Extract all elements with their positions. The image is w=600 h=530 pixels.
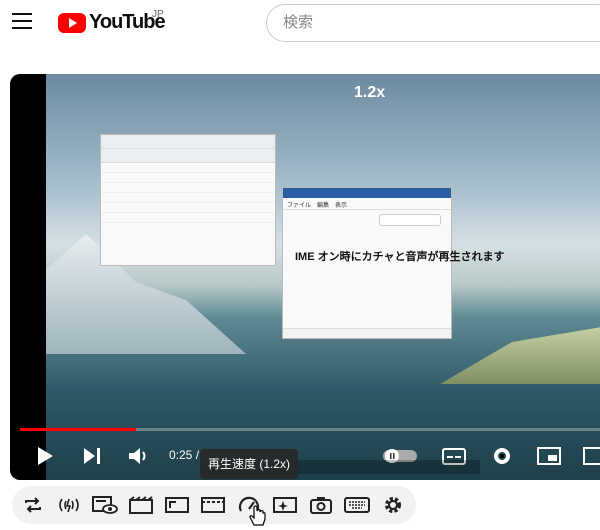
top-bar: YouTube JP 検索 xyxy=(0,0,600,44)
settings-gear-icon[interactable] xyxy=(491,445,513,467)
menu-icon[interactable] xyxy=(12,13,32,29)
next-icon[interactable] xyxy=(82,446,102,466)
keyboard-icon[interactable] xyxy=(344,493,370,517)
time-display: 0:25 / xyxy=(169,448,200,462)
progress-fill xyxy=(20,428,136,431)
youtube-play-icon xyxy=(58,12,86,33)
theater-mode-icon[interactable] xyxy=(583,446,600,466)
notepad-window: ファイル 編集 表示 IME オン時にカチャと音声が再生されます xyxy=(282,187,505,339)
extension-toolbar xyxy=(12,486,416,524)
play-icon[interactable] xyxy=(36,446,54,466)
progress-bar[interactable] xyxy=(20,428,600,431)
camera-icon[interactable] xyxy=(308,493,334,517)
eye-icon[interactable] xyxy=(92,493,118,517)
notepad-menu: ファイル 編集 表示 xyxy=(283,198,451,210)
audio-icon[interactable] xyxy=(56,493,82,517)
frame-icon[interactable] xyxy=(200,493,226,517)
explorer-window xyxy=(100,134,276,266)
search-input[interactable]: 検索 xyxy=(266,4,600,42)
settings-icon[interactable] xyxy=(380,493,406,517)
video-player[interactable]: 1.2x ファイル 編集 表示 IME オン時にカチャと音声が再生されます 0:… xyxy=(10,74,600,480)
hand-cursor-icon xyxy=(249,505,266,526)
video-taskbar xyxy=(280,460,480,474)
sparkle-icon[interactable] xyxy=(272,493,298,517)
ime-toolbar xyxy=(379,214,441,226)
repeat-icon[interactable] xyxy=(20,493,46,517)
notepad-text: IME オン時にカチャと音声が再生されます xyxy=(295,251,505,263)
youtube-logo[interactable]: YouTube xyxy=(58,11,166,34)
region-code: JP xyxy=(152,9,164,20)
miniplayer-icon[interactable] xyxy=(537,446,561,466)
speed-indicator: 1.2x xyxy=(354,84,386,101)
volume-icon[interactable] xyxy=(128,446,150,466)
crop-icon[interactable] xyxy=(164,493,190,517)
tooltip-playback-speed: 再生速度 (1.2x) xyxy=(200,449,298,479)
cinema-icon[interactable] xyxy=(128,493,154,517)
